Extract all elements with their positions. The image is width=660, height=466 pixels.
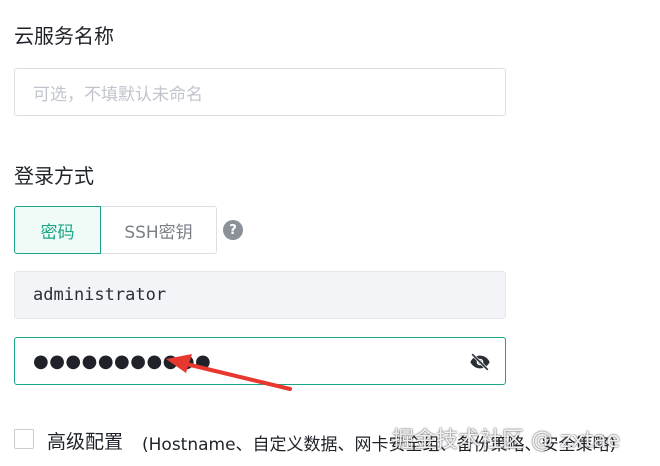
login-method-toggle: 密码 SSH密钥 — [14, 206, 217, 254]
cloud-name-label: 云服务名称 — [14, 24, 114, 48]
tab-password[interactable]: 密码 — [14, 206, 101, 254]
help-icon[interactable]: ? — [223, 220, 243, 240]
red-arrow-annotation — [166, 354, 292, 391]
cloud-name-input[interactable]: 可选，不填默认未命名 — [14, 68, 506, 116]
username-value: administrator — [33, 285, 167, 305]
watermark: 掘金技术社区 @ zxtae — [392, 428, 621, 453]
advanced-checkbox[interactable] — [14, 429, 34, 449]
eye-slash-icon[interactable] — [469, 351, 491, 373]
advanced-label[interactable]: 高级配置 — [47, 427, 123, 454]
username-field: administrator — [14, 271, 506, 319]
cloud-name-placeholder: 可选，不填默认未命名 — [33, 84, 203, 105]
tab-ssh-key[interactable]: SSH密钥 — [101, 206, 217, 254]
login-method-label: 登录方式 — [14, 164, 94, 188]
